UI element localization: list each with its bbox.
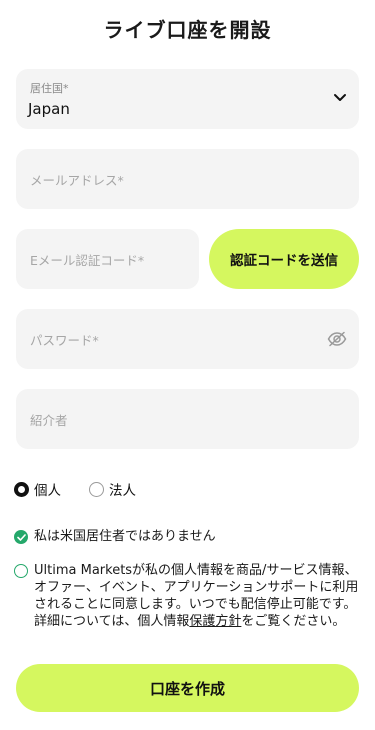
- radio-corporate[interactable]: 法人: [89, 479, 136, 499]
- consent-text-end: をご覧ください。: [241, 614, 346, 629]
- email-placeholder: メールアドレス*: [30, 173, 124, 188]
- create-account-button[interactable]: 口座を作成: [16, 664, 359, 712]
- residence-value: Japan: [28, 100, 70, 118]
- radio-individual-label: 個人: [34, 483, 61, 499]
- eye-off-icon[interactable]: [327, 331, 347, 347]
- privacy-policy-link[interactable]: 保護方針: [189, 614, 241, 629]
- radio-selected-icon: [14, 481, 29, 497]
- us-resident-label: 私は米国居住者ではありません: [34, 529, 216, 544]
- unchecked-circle-icon: [14, 564, 28, 578]
- consent-checkbox[interactable]: Ultima Marketsが私の個人情報を商品/サービス情報、オファー、イベン…: [14, 562, 364, 630]
- residence-select[interactable]: 居住国* Japan: [16, 69, 359, 129]
- us-resident-checkbox[interactable]: 私は米国居住者ではありません: [14, 528, 216, 545]
- account-type-group: 個人 法人: [14, 479, 164, 499]
- referrer-field[interactable]: 紹介者: [16, 389, 359, 449]
- email-field[interactable]: メールアドレス*: [16, 149, 359, 209]
- check-icon: [14, 530, 28, 544]
- password-placeholder: パスワード*: [30, 333, 99, 348]
- email-code-field[interactable]: Eメール認証コード*: [16, 229, 199, 289]
- radio-corporate-label: 法人: [109, 483, 136, 499]
- chevron-down-icon: [334, 94, 346, 101]
- residence-label: 居住国*: [30, 82, 69, 95]
- email-code-placeholder: Eメール認証コード*: [30, 253, 145, 268]
- radio-unselected-icon: [89, 481, 104, 497]
- page-title: ライブ口座を開設: [103, 18, 272, 42]
- referrer-placeholder: 紹介者: [30, 413, 68, 428]
- send-code-button[interactable]: 認証コードを送信: [209, 229, 359, 289]
- consent-text: Ultima Marketsが私の個人情報を商品/サービス情報、オファー、イベン…: [34, 562, 364, 630]
- password-field[interactable]: パスワード*: [16, 309, 359, 369]
- radio-individual[interactable]: 個人: [14, 479, 61, 499]
